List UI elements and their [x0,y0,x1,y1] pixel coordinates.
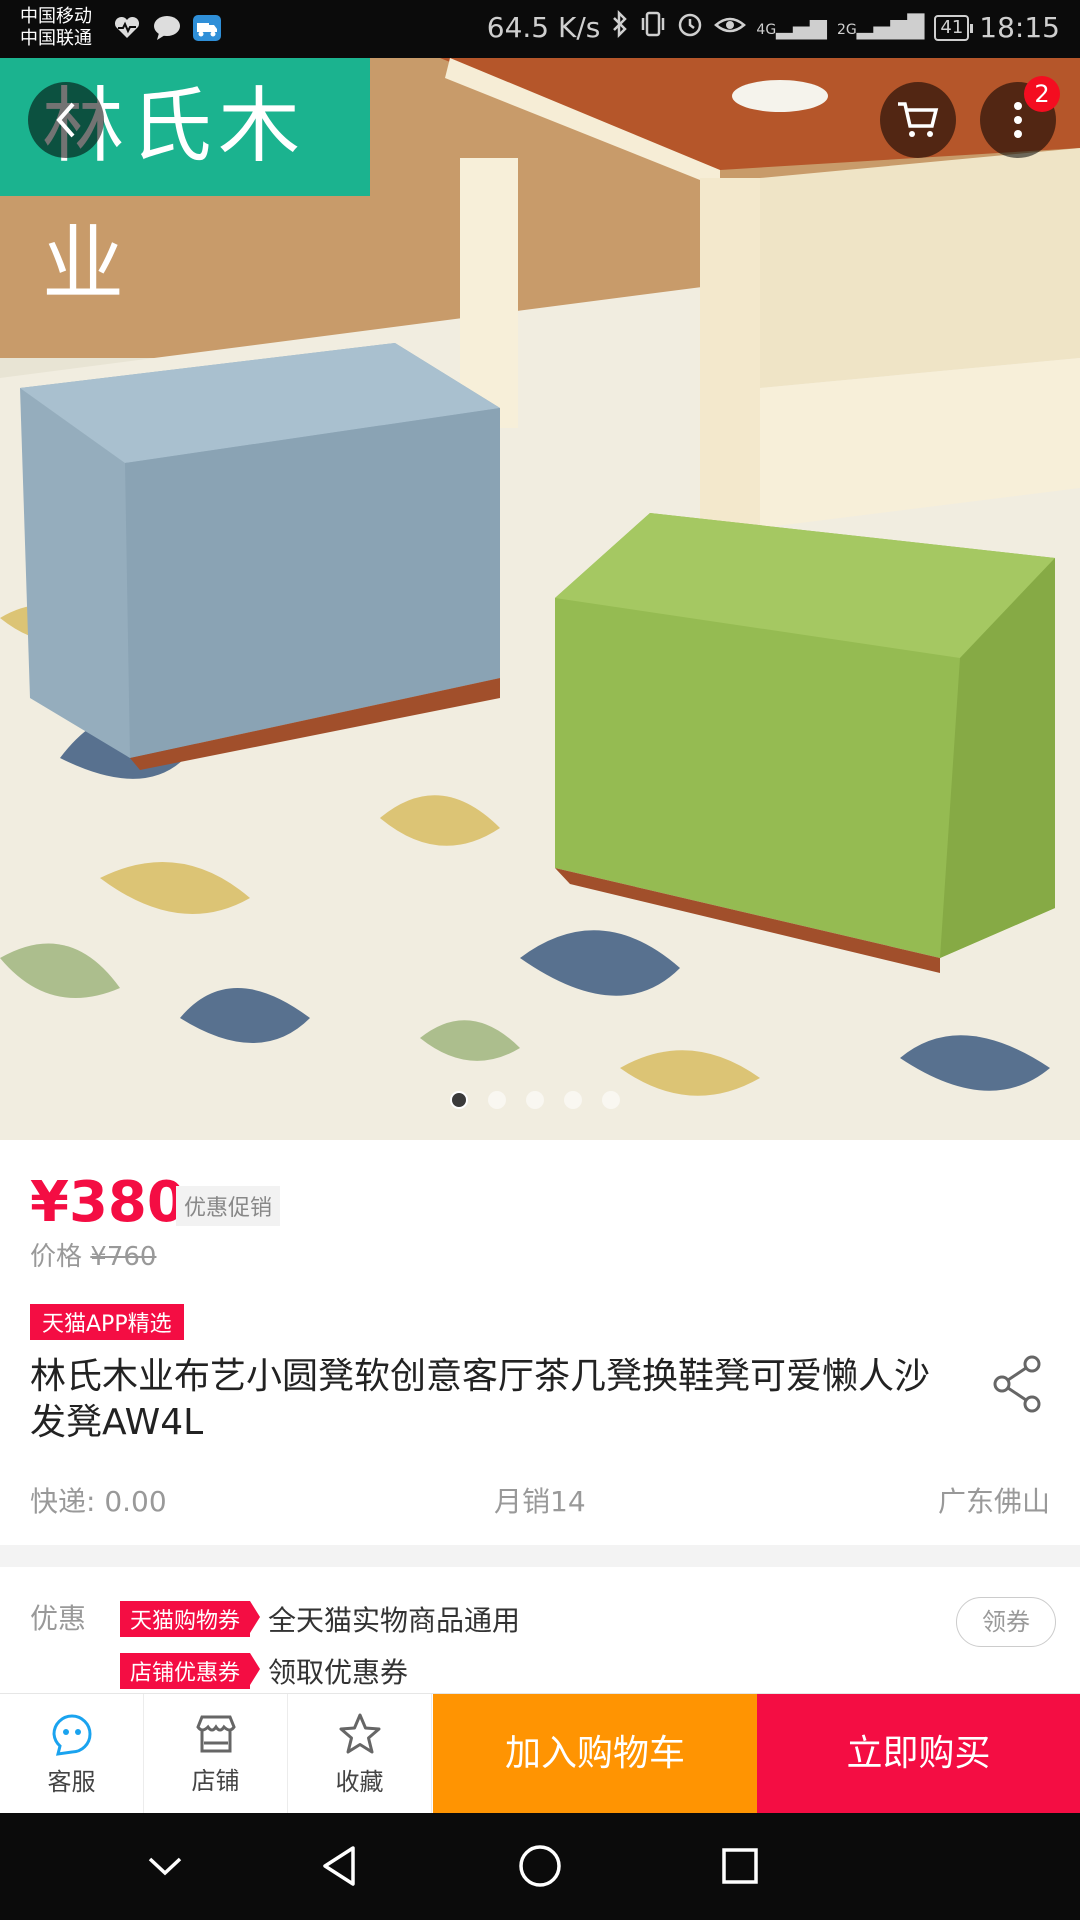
tool-label: 收藏 [335,1767,384,1796]
monthly-sales: 月销14 [494,1485,586,1518]
nav-recents-button[interactable] [715,1841,765,1891]
customer-service-button[interactable]: 客服 [0,1694,144,1814]
original-price: 价格 ¥760 [30,1236,156,1273]
system-status: 64.5 K/s 4G▂▄▆ 2G▂▄▆█ 41 18:15 [486,9,1060,45]
cart-count-badge: 2 [1024,76,1060,112]
coupon-label: 优惠 [30,1602,87,1635]
vibrate-icon [640,10,666,45]
home-circle-icon [519,1845,561,1887]
customer-service-icon [51,1714,91,1756]
coupon-text: 全天猫实物商品通用 [268,1604,521,1637]
coupon-text: 领取优惠券 [268,1656,409,1689]
chat-bubble-icon [152,14,182,42]
store-button[interactable]: 店铺 [144,1694,288,1814]
carousel-dot-1[interactable] [450,1091,468,1109]
carousel-dot-2[interactable] [488,1091,506,1109]
original-price-label: 价格 [30,1242,83,1272]
alarm-icon [676,10,704,45]
section-divider [0,1545,1080,1567]
share-button[interactable] [990,1354,1046,1414]
tool-label: 客服 [47,1767,96,1796]
more-vertical-icon [1014,102,1022,138]
claim-coupon-button[interactable]: 领券 [956,1597,1056,1647]
signal-4g-icon: 4G▂▄▆ [756,15,827,40]
original-price-value: ¥760 [90,1242,157,1272]
clock: 18:15 [979,11,1060,44]
star-icon [339,1713,380,1753]
carrier-2: 中国联通 [20,28,92,49]
carousel-dot-5[interactable] [602,1091,620,1109]
heart-pulse-icon [112,14,142,42]
sale-price: ¥380 [30,1170,186,1235]
coupon-tag: 天猫购物券 [120,1601,261,1637]
notification-icons [112,14,222,42]
carousel-dot-3[interactable] [526,1091,544,1109]
hide-nav-button[interactable] [140,1841,190,1891]
coupon-row-store: 店铺优惠券 领取优惠券 [120,1651,408,1691]
promo-tag: 优惠促销 [176,1186,281,1226]
ship-location: 广东佛山 [937,1485,1050,1518]
coupon-row-tmall: 天猫购物券 全天猫实物商品通用 [120,1599,520,1639]
product-title: 林氏木业布艺小圆凳软创意客厅茶几凳换鞋凳可爱懒人沙发凳AW4L [30,1356,931,1443]
battery-icon: 41 [934,14,974,41]
cart-button[interactable] [880,82,956,158]
product-info: ¥380 优惠促销 价格 ¥760 天猫APP精选 林氏木业布艺小圆凳软创意客厅… [0,1140,1080,1545]
signal-2g-label: 2G [836,22,857,38]
store-icon [195,1715,236,1752]
system-nav-bar [0,1813,1080,1920]
back-triangle-icon [323,1846,355,1886]
add-to-cart-button[interactable]: 加入购物车 [433,1694,757,1814]
signal-4g-label: 4G [756,22,777,38]
buy-now-button[interactable]: 立即购买 [757,1694,1080,1814]
back-button[interactable] [28,82,104,158]
eye-icon [714,11,747,44]
delivery-truck-icon [192,14,222,42]
chevron-left-icon [56,102,75,138]
share-icon [993,1355,1041,1413]
nav-back-button[interactable] [314,1841,364,1891]
coupon-section[interactable]: 优惠 天猫购物券 全天猫实物商品通用 店铺优惠券 领取优惠券 领券 [0,1567,1080,1693]
more-menu-button[interactable]: 2 [980,76,1060,158]
product-photo [0,58,1080,1140]
net-speed: 64.5 K/s [486,11,601,44]
signal-2g-icon: 2G▂▄▆█ [836,15,925,40]
coupon-tag: 店铺优惠券 [120,1653,261,1689]
shopping-cart-icon [898,102,939,137]
carousel-indicators [450,1091,620,1109]
tmall-select-tag: 天猫APP精选 [30,1304,184,1340]
nav-home-button[interactable] [515,1841,565,1891]
status-bar: 中国移动 中国联通 64.5 K/s 4G▂▄▆ 2G▂▄▆█ 41 18:15 [0,0,1080,58]
carrier-1: 中国移动 [20,6,92,27]
chevron-down-icon [148,1857,182,1876]
bluetooth-icon [610,9,630,45]
shipping-fee: 快递: 0.00 [30,1485,167,1518]
favorite-button[interactable]: 收藏 [288,1694,432,1814]
carousel-dot-4[interactable] [564,1091,582,1109]
product-image-carousel[interactable]: 林氏木业 2 [0,58,1080,1140]
tool-label: 店铺 [191,1766,240,1795]
carrier-info: 中国移动 中国联通 [20,6,92,50]
bottom-action-bar: 客服 店铺 收藏 加入购物车 立即购买 [0,1693,1080,1814]
recents-square-icon [722,1848,758,1884]
